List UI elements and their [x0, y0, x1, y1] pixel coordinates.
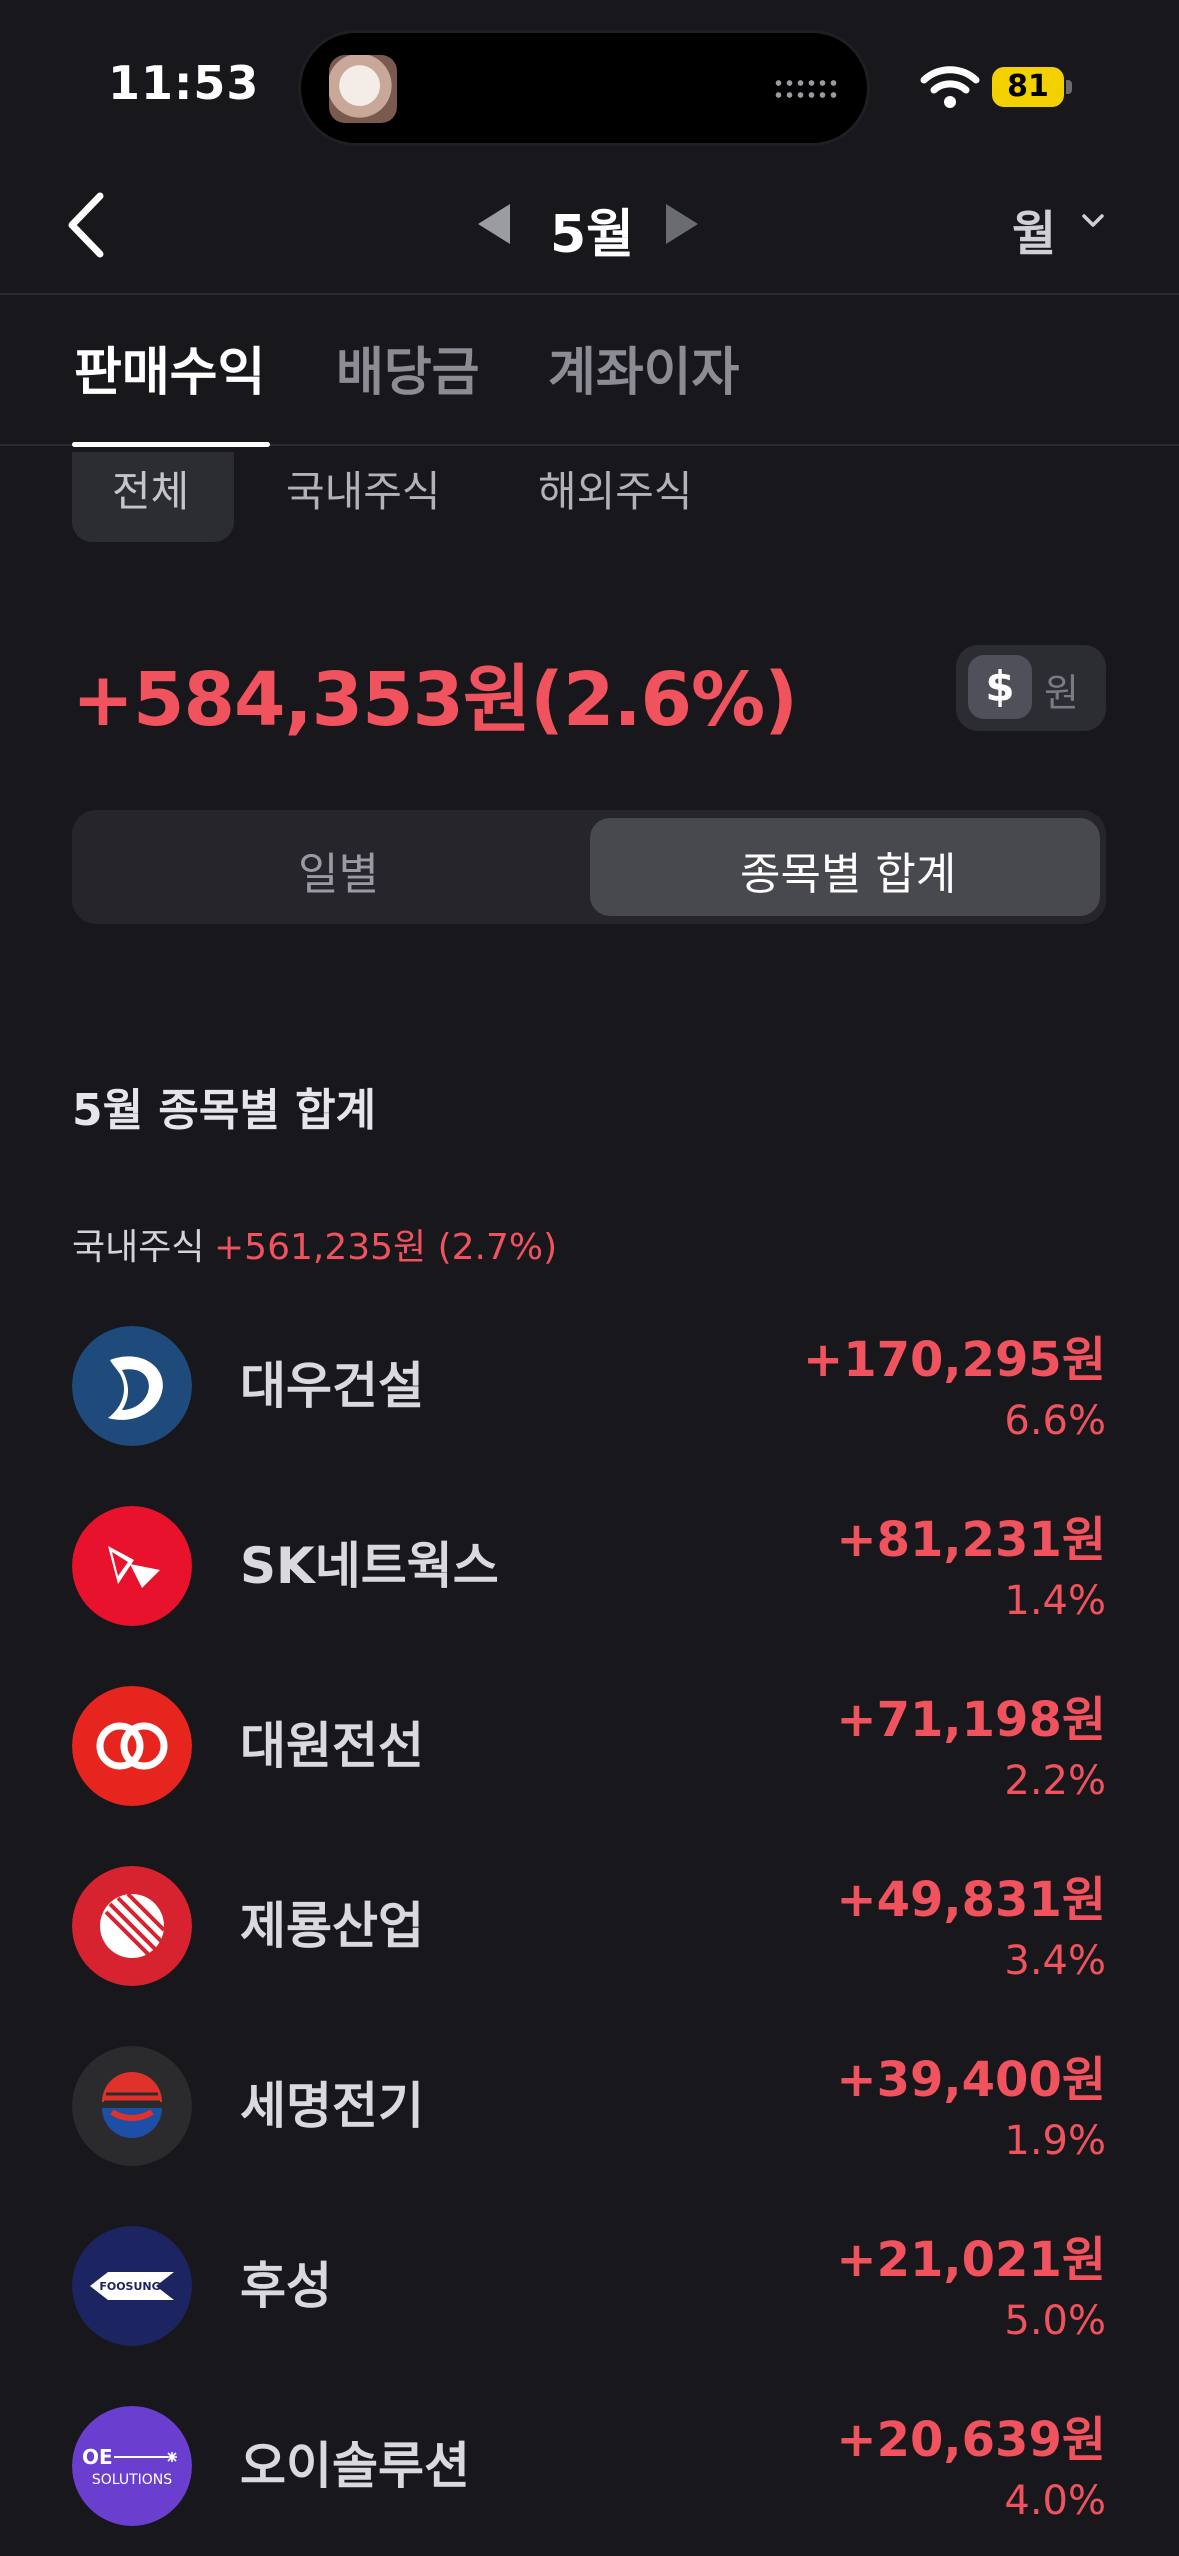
stock-name[interactable]: 제룡산업 [240, 1886, 424, 1958]
daewoo-logo [72, 1326, 192, 1446]
stock-profit: +71,198원 [836, 1692, 1106, 1748]
tab-sales-profit[interactable]: 판매수익 [74, 330, 265, 405]
active-tab-indicator [72, 442, 270, 447]
wifi-icon [920, 66, 980, 108]
status-time: 11:53 [108, 56, 260, 110]
segment-daily[interactable]: 일별 [298, 838, 379, 902]
back-button[interactable] [60, 190, 116, 260]
stock-profit: +81,231원 [836, 1512, 1106, 1568]
jeryong-logo [72, 1866, 192, 1986]
stock-percent: 3.4% [1004, 1938, 1106, 1984]
header-divider [0, 293, 1179, 295]
previous-month-button[interactable] [478, 204, 510, 244]
currency-won-option[interactable]: 원 [1044, 662, 1079, 717]
total-profit: +584,353원(2.6%) [72, 657, 798, 743]
foosung-logo: FOOSUNG [72, 2226, 192, 2346]
currency-dollar-option[interactable]: $ [968, 655, 1032, 719]
dynamic-island [298, 30, 870, 146]
daewon-logo [72, 1686, 192, 1806]
activity-dots-icon [773, 77, 839, 101]
stock-percent: 4.0% [1004, 2478, 1106, 2524]
chevron-down-icon[interactable] [1080, 208, 1106, 234]
tab-account-interest[interactable]: 계좌이자 [548, 330, 739, 405]
stock-percent: 1.4% [1004, 1578, 1106, 1624]
battery-indicator: 81 [992, 67, 1064, 107]
stock-percent: 1.9% [1004, 2118, 1106, 2164]
subtab-all[interactable]: 전체 [112, 458, 189, 519]
stock-name[interactable]: 세명전기 [240, 2066, 424, 2138]
svg-text:OE: OE [82, 2445, 113, 2469]
next-month-button[interactable] [666, 204, 698, 244]
stock-name[interactable]: 후성 [240, 2246, 332, 2318]
stock-profit: +20,639원 [836, 2412, 1106, 2468]
stock-name[interactable]: 대원전선 [240, 1706, 424, 1778]
battery-cap [1066, 80, 1072, 94]
live-activity-avatar [329, 55, 397, 123]
section-title: 5월 종목별 합계 [72, 1085, 377, 1136]
stock-percent: 5.0% [1004, 2298, 1106, 2344]
group-value: +561,235원 (2.7%) [214, 1227, 558, 1268]
svg-text:SOLUTIONS: SOLUTIONS [92, 2472, 172, 2488]
stock-name[interactable]: 오이솔루션 [240, 2426, 470, 2498]
sk-logo [72, 1506, 192, 1626]
stock-percent: 6.6% [1004, 1398, 1106, 1444]
semyung-logo [72, 2046, 192, 2166]
stock-percent: 2.2% [1004, 1758, 1106, 1804]
subtab-domestic[interactable]: 국내주식 [286, 458, 441, 519]
subtab-overseas[interactable]: 해외주식 [538, 458, 693, 519]
month-title: 5월 [550, 205, 635, 265]
stock-profit: +170,295원 [802, 1332, 1106, 1388]
stock-name[interactable]: SK네트웍스 [240, 1526, 499, 1598]
group-label: 국내주식 [72, 1227, 205, 1268]
tab-dividends[interactable]: 배당금 [336, 330, 480, 405]
segment-by-stock[interactable]: 종목별 합계 [740, 838, 956, 902]
svg-text:FOOSUNG: FOOSUNG [99, 2280, 160, 2293]
stock-profit: +21,021원 [836, 2232, 1106, 2288]
stock-name[interactable]: 대우건설 [240, 1346, 424, 1418]
stock-profit: +39,400원 [836, 2052, 1106, 2108]
stock-profit: +49,831원 [836, 1872, 1106, 1928]
oe-solutions-logo: OE SOLUTIONS [72, 2406, 192, 2526]
period-select[interactable]: 월 [1012, 194, 1056, 264]
